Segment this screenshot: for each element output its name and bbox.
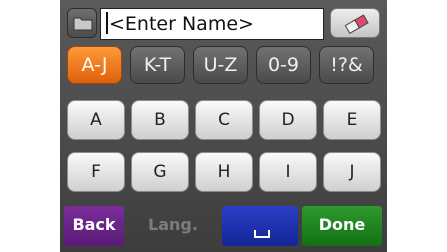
tab-a-j[interactable]: A-J xyxy=(67,46,122,84)
key-f[interactable]: F xyxy=(67,152,125,192)
space-button[interactable] xyxy=(222,206,298,246)
eraser-icon xyxy=(344,14,369,34)
key-g[interactable]: G xyxy=(131,152,189,192)
folder-button[interactable] xyxy=(67,8,97,38)
key-c[interactable]: C xyxy=(195,100,253,140)
key-d[interactable]: D xyxy=(259,100,317,140)
erase-button[interactable] xyxy=(330,8,380,38)
done-button[interactable]: Done xyxy=(302,206,382,246)
name-input[interactable]: <Enter Name> xyxy=(100,8,324,40)
key-a[interactable]: A xyxy=(67,100,125,140)
device-screen: <Enter Name> A-J K-T U-Z 0-9 !?& A B C D… xyxy=(60,0,387,252)
key-j[interactable]: J xyxy=(323,152,381,192)
key-i[interactable]: I xyxy=(259,152,317,192)
text-cursor xyxy=(106,12,108,34)
key-e[interactable]: E xyxy=(323,100,381,140)
space-icon xyxy=(254,230,270,238)
folder-icon xyxy=(73,17,93,31)
back-button[interactable]: Back xyxy=(64,206,124,246)
language-button[interactable]: Lang. xyxy=(128,206,218,246)
tab-u-z[interactable]: U-Z xyxy=(193,46,248,84)
tab-k-t[interactable]: K-T xyxy=(130,46,185,84)
tab-0-9[interactable]: 0-9 xyxy=(256,46,311,84)
key-h[interactable]: H xyxy=(195,152,253,192)
name-placeholder: <Enter Name> xyxy=(109,13,254,35)
tab-symbols[interactable]: !?& xyxy=(319,46,374,84)
key-b[interactable]: B xyxy=(131,100,189,140)
